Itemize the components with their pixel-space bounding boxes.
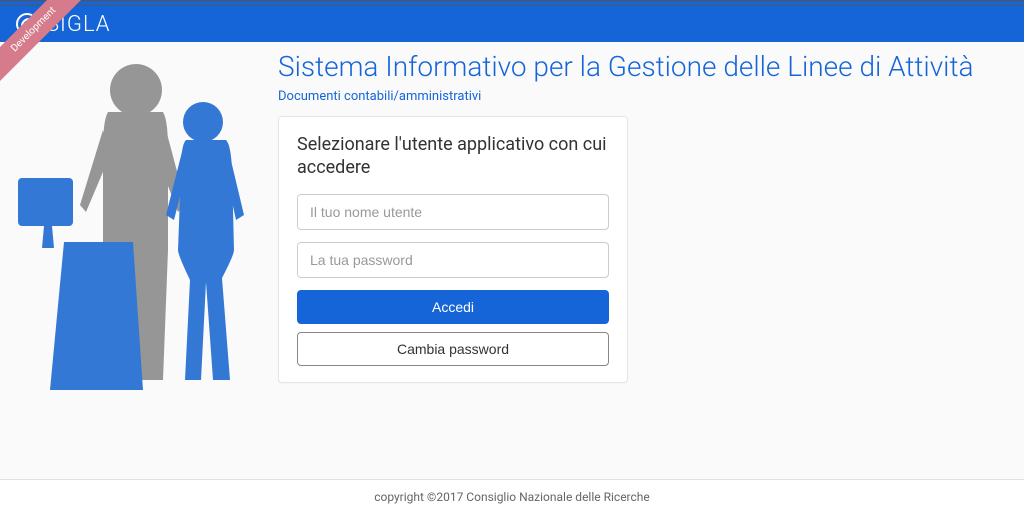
password-input[interactable] [297,242,609,278]
login-card: Selezionare l'utente applicativo con cui… [278,116,628,383]
login-card-title: Selezionare l'utente applicativo con cui… [297,133,609,180]
page-subtitle: Documenti contabili/amministrativi [278,89,1000,104]
footer-copyright: copyright ©2017 Consiglio Nazionale dell… [374,490,650,504]
footer: copyright ©2017 Consiglio Nazionale dell… [0,479,1024,513]
login-button[interactable]: Accedi [297,290,609,324]
hero-illustration [8,50,262,390]
navbar: SIGLA [0,6,1024,42]
main-container: Sistema Informativo per la Gestione dell… [0,42,1024,479]
username-input[interactable] [297,194,609,230]
page-title: Sistema Informativo per la Gestione dell… [278,50,1000,83]
change-password-button[interactable]: Cambia password [297,332,609,366]
content-area: Sistema Informativo per la Gestione dell… [262,42,1016,479]
